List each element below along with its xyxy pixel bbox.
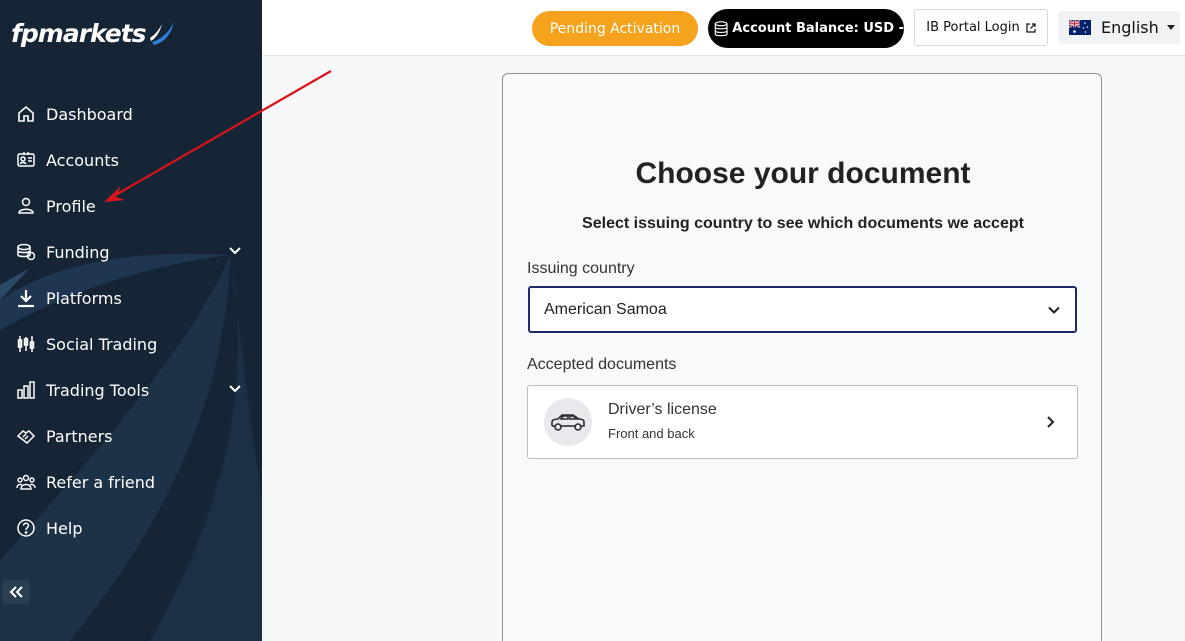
page-subtitle: Select issuing country to see which docu… xyxy=(582,215,1024,232)
double-chevron-left-icon xyxy=(9,586,23,598)
document-option-title: Driver’s license xyxy=(608,401,717,418)
issuing-country-label: Issuing country xyxy=(527,260,635,277)
group-icon xyxy=(16,472,36,492)
external-link-icon xyxy=(1026,22,1036,33)
car-icon xyxy=(544,398,592,446)
sidebar-item-profile[interactable]: Profile xyxy=(0,183,262,229)
sidebar-item-label: Profile xyxy=(46,196,96,216)
candlestick-icon xyxy=(16,334,36,354)
sidebar-item-partners[interactable]: Partners xyxy=(0,413,262,459)
sidebar-item-social-trading[interactable]: Social Trading xyxy=(0,321,262,367)
chevron-down-icon[interactable] xyxy=(228,244,242,258)
document-option-drivers-license[interactable]: Driver’s license Front and back xyxy=(527,385,1078,459)
handshake-icon xyxy=(16,426,36,446)
logo-swoosh-icon xyxy=(149,21,174,45)
sidebar-item-label: Platforms xyxy=(46,288,122,308)
ib-portal-label: IB Portal Login xyxy=(926,20,1020,35)
sidebar-collapse-button[interactable] xyxy=(2,580,30,604)
bar-chart-icon xyxy=(16,380,36,400)
question-icon xyxy=(16,518,36,538)
sidebar-item-label: Social Trading xyxy=(46,334,158,354)
sidebar-item-refer-a-friend[interactable]: Refer a friend xyxy=(0,459,262,505)
language-selector[interactable]: English xyxy=(1058,11,1180,44)
document-option-description: Front and back xyxy=(608,426,695,441)
account-balance-label: Account Balance: USD - xyxy=(732,21,904,36)
sidebar-item-label: Partners xyxy=(46,426,113,446)
choose-document-card: Choose your document Select issuing coun… xyxy=(502,73,1102,641)
accepted-documents-label: Accepted documents xyxy=(527,356,677,373)
pending-activation-button[interactable]: Pending Activation xyxy=(532,11,698,46)
fpmarkets-logo[interactable]: fpmarkets xyxy=(11,18,178,48)
sidebar-item-accounts[interactable]: Accounts xyxy=(0,137,262,183)
issuing-country-value: American Samoa xyxy=(544,300,667,318)
chevron-right-icon xyxy=(1047,416,1055,428)
top-header: Pending Activation Account Balance: USD … xyxy=(262,0,1185,56)
sidebar-item-platforms[interactable]: Platforms xyxy=(0,275,262,321)
sidebar-item-label: Trading Tools xyxy=(46,380,150,400)
coins-icon xyxy=(16,242,36,262)
sidebar: fpmarkets Dashboard Accounts Profile Fun… xyxy=(0,0,262,641)
ib-portal-login-button[interactable]: IB Portal Login xyxy=(914,9,1048,46)
issuing-country-select[interactable]: American Samoa xyxy=(528,286,1077,333)
sidebar-item-help[interactable]: Help xyxy=(0,505,262,551)
home-icon xyxy=(16,104,36,124)
id-card-icon xyxy=(16,150,36,170)
account-balance-button[interactable]: Account Balance: USD - xyxy=(708,9,904,48)
sidebar-item-label: Accounts xyxy=(46,150,119,170)
users-icon xyxy=(16,196,36,216)
database-icon xyxy=(714,20,728,36)
page-title: Choose your document xyxy=(635,157,971,190)
sidebar-item-label: Dashboard xyxy=(46,104,133,124)
sidebar-item-dashboard[interactable]: Dashboard xyxy=(0,91,262,137)
language-label: English xyxy=(1101,18,1159,37)
sidebar-item-trading-tools[interactable]: Trading Tools xyxy=(0,367,262,413)
sidebar-item-label: Refer a friend xyxy=(46,472,156,492)
sidebar-item-label: Help xyxy=(46,518,83,538)
download-icon xyxy=(16,288,36,308)
logo-text: fpmarkets xyxy=(11,18,147,48)
chevron-down-icon xyxy=(1048,306,1060,314)
caret-down-icon xyxy=(1166,25,1175,30)
sidebar-nav: Dashboard Accounts Profile Funding Platf… xyxy=(0,91,262,551)
sidebar-item-funding[interactable]: Funding xyxy=(0,229,262,275)
sidebar-item-label: Funding xyxy=(46,242,110,262)
chevron-down-icon[interactable] xyxy=(228,382,242,396)
australia-flag-icon xyxy=(1069,20,1091,35)
